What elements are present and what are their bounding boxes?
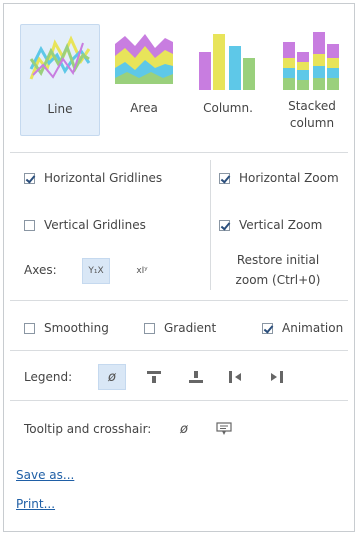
tooltip-icon bbox=[216, 422, 232, 435]
legend-label: Legend: bbox=[24, 370, 73, 384]
smoothing-checkbox[interactable]: Smoothing bbox=[24, 321, 109, 335]
gradient-label: Gradient bbox=[164, 321, 217, 335]
chart-type-stacked-column[interactable]: Stacked column bbox=[272, 24, 352, 136]
divider bbox=[10, 300, 348, 301]
chart-type-area[interactable]: Area bbox=[104, 24, 184, 136]
horizontal-zoom-checkbox[interactable]: Horizontal Zoom bbox=[219, 171, 339, 185]
chart-type-selector: Line Area Column. Stacked column bbox=[20, 24, 350, 142]
checkbox-icon bbox=[219, 219, 230, 231]
swap-axes-button[interactable]: Y₁X bbox=[82, 258, 110, 284]
chart-type-label: Line bbox=[47, 102, 73, 116]
tooltip-label: Tooltip and crosshair: bbox=[24, 422, 152, 436]
tooltip-button[interactable] bbox=[210, 416, 238, 442]
legend-left-button[interactable] bbox=[222, 364, 250, 390]
chart-type-label: Stacked column bbox=[288, 99, 336, 130]
save-as-link[interactable]: Save as... bbox=[16, 468, 74, 482]
animation-checkbox[interactable]: Animation bbox=[262, 321, 343, 335]
swap-axes-icon: Y₁X bbox=[88, 266, 104, 276]
tooltip-none-button[interactable]: ø bbox=[170, 416, 198, 442]
vertical-zoom-label: Vertical Zoom bbox=[239, 218, 323, 232]
vertical-divider bbox=[210, 160, 211, 290]
animation-label: Animation bbox=[282, 321, 344, 335]
gradient-checkbox[interactable]: Gradient bbox=[144, 321, 216, 335]
chart-options-panel: Line Area Column. Stacked column Horizon… bbox=[3, 3, 355, 532]
chart-type-label: Column. bbox=[203, 101, 253, 115]
chart-type-line[interactable]: Line bbox=[20, 24, 100, 136]
stacked-column-chart-icon bbox=[283, 32, 339, 90]
legend-top-button[interactable] bbox=[140, 364, 168, 390]
checkbox-icon bbox=[24, 219, 35, 231]
divider bbox=[10, 350, 348, 351]
legend-top-icon bbox=[147, 371, 161, 383]
horizontal-zoom-label: Horizontal Zoom bbox=[239, 171, 339, 185]
no-legend-icon: ø bbox=[108, 369, 116, 385]
area-chart-icon bbox=[115, 34, 173, 84]
horizontal-gridlines-checkbox[interactable]: Horizontal Gridlines bbox=[24, 171, 162, 185]
checkbox-icon bbox=[24, 322, 35, 334]
checkbox-icon bbox=[144, 322, 155, 334]
print-link[interactable]: Print... bbox=[16, 497, 55, 511]
smoothing-label: Smoothing bbox=[44, 321, 109, 335]
divider bbox=[10, 152, 348, 153]
checkbox-icon bbox=[262, 322, 273, 334]
axes-label: Axes: bbox=[24, 263, 57, 277]
chart-type-column[interactable]: Column. bbox=[188, 24, 268, 136]
vertical-zoom-checkbox[interactable]: Vertical Zoom bbox=[219, 218, 322, 232]
legend-left-icon bbox=[229, 371, 241, 383]
column-chart-icon bbox=[199, 34, 255, 90]
legend-right-button[interactable] bbox=[262, 364, 290, 390]
no-tooltip-icon: ø bbox=[180, 421, 188, 437]
checkbox-icon bbox=[219, 172, 230, 184]
axes-xy-icon: xIʸ bbox=[136, 266, 148, 276]
vertical-gridlines-checkbox[interactable]: Vertical Gridlines bbox=[24, 218, 146, 232]
axes-xy-button[interactable]: xIʸ bbox=[128, 258, 156, 284]
legend-none-button[interactable]: ø bbox=[98, 364, 126, 390]
checkbox-icon bbox=[24, 172, 35, 184]
restore-zoom-button[interactable]: Restore initial zoom (Ctrl+0) bbox=[224, 250, 332, 290]
legend-bottom-button[interactable] bbox=[182, 364, 210, 390]
legend-right-icon bbox=[271, 371, 283, 383]
chart-type-label: Area bbox=[130, 101, 158, 115]
divider bbox=[10, 400, 348, 401]
horizontal-gridlines-label: Horizontal Gridlines bbox=[44, 171, 163, 185]
legend-bottom-icon bbox=[189, 371, 203, 383]
vertical-gridlines-label: Vertical Gridlines bbox=[44, 218, 146, 232]
line-chart-icon bbox=[29, 35, 91, 80]
